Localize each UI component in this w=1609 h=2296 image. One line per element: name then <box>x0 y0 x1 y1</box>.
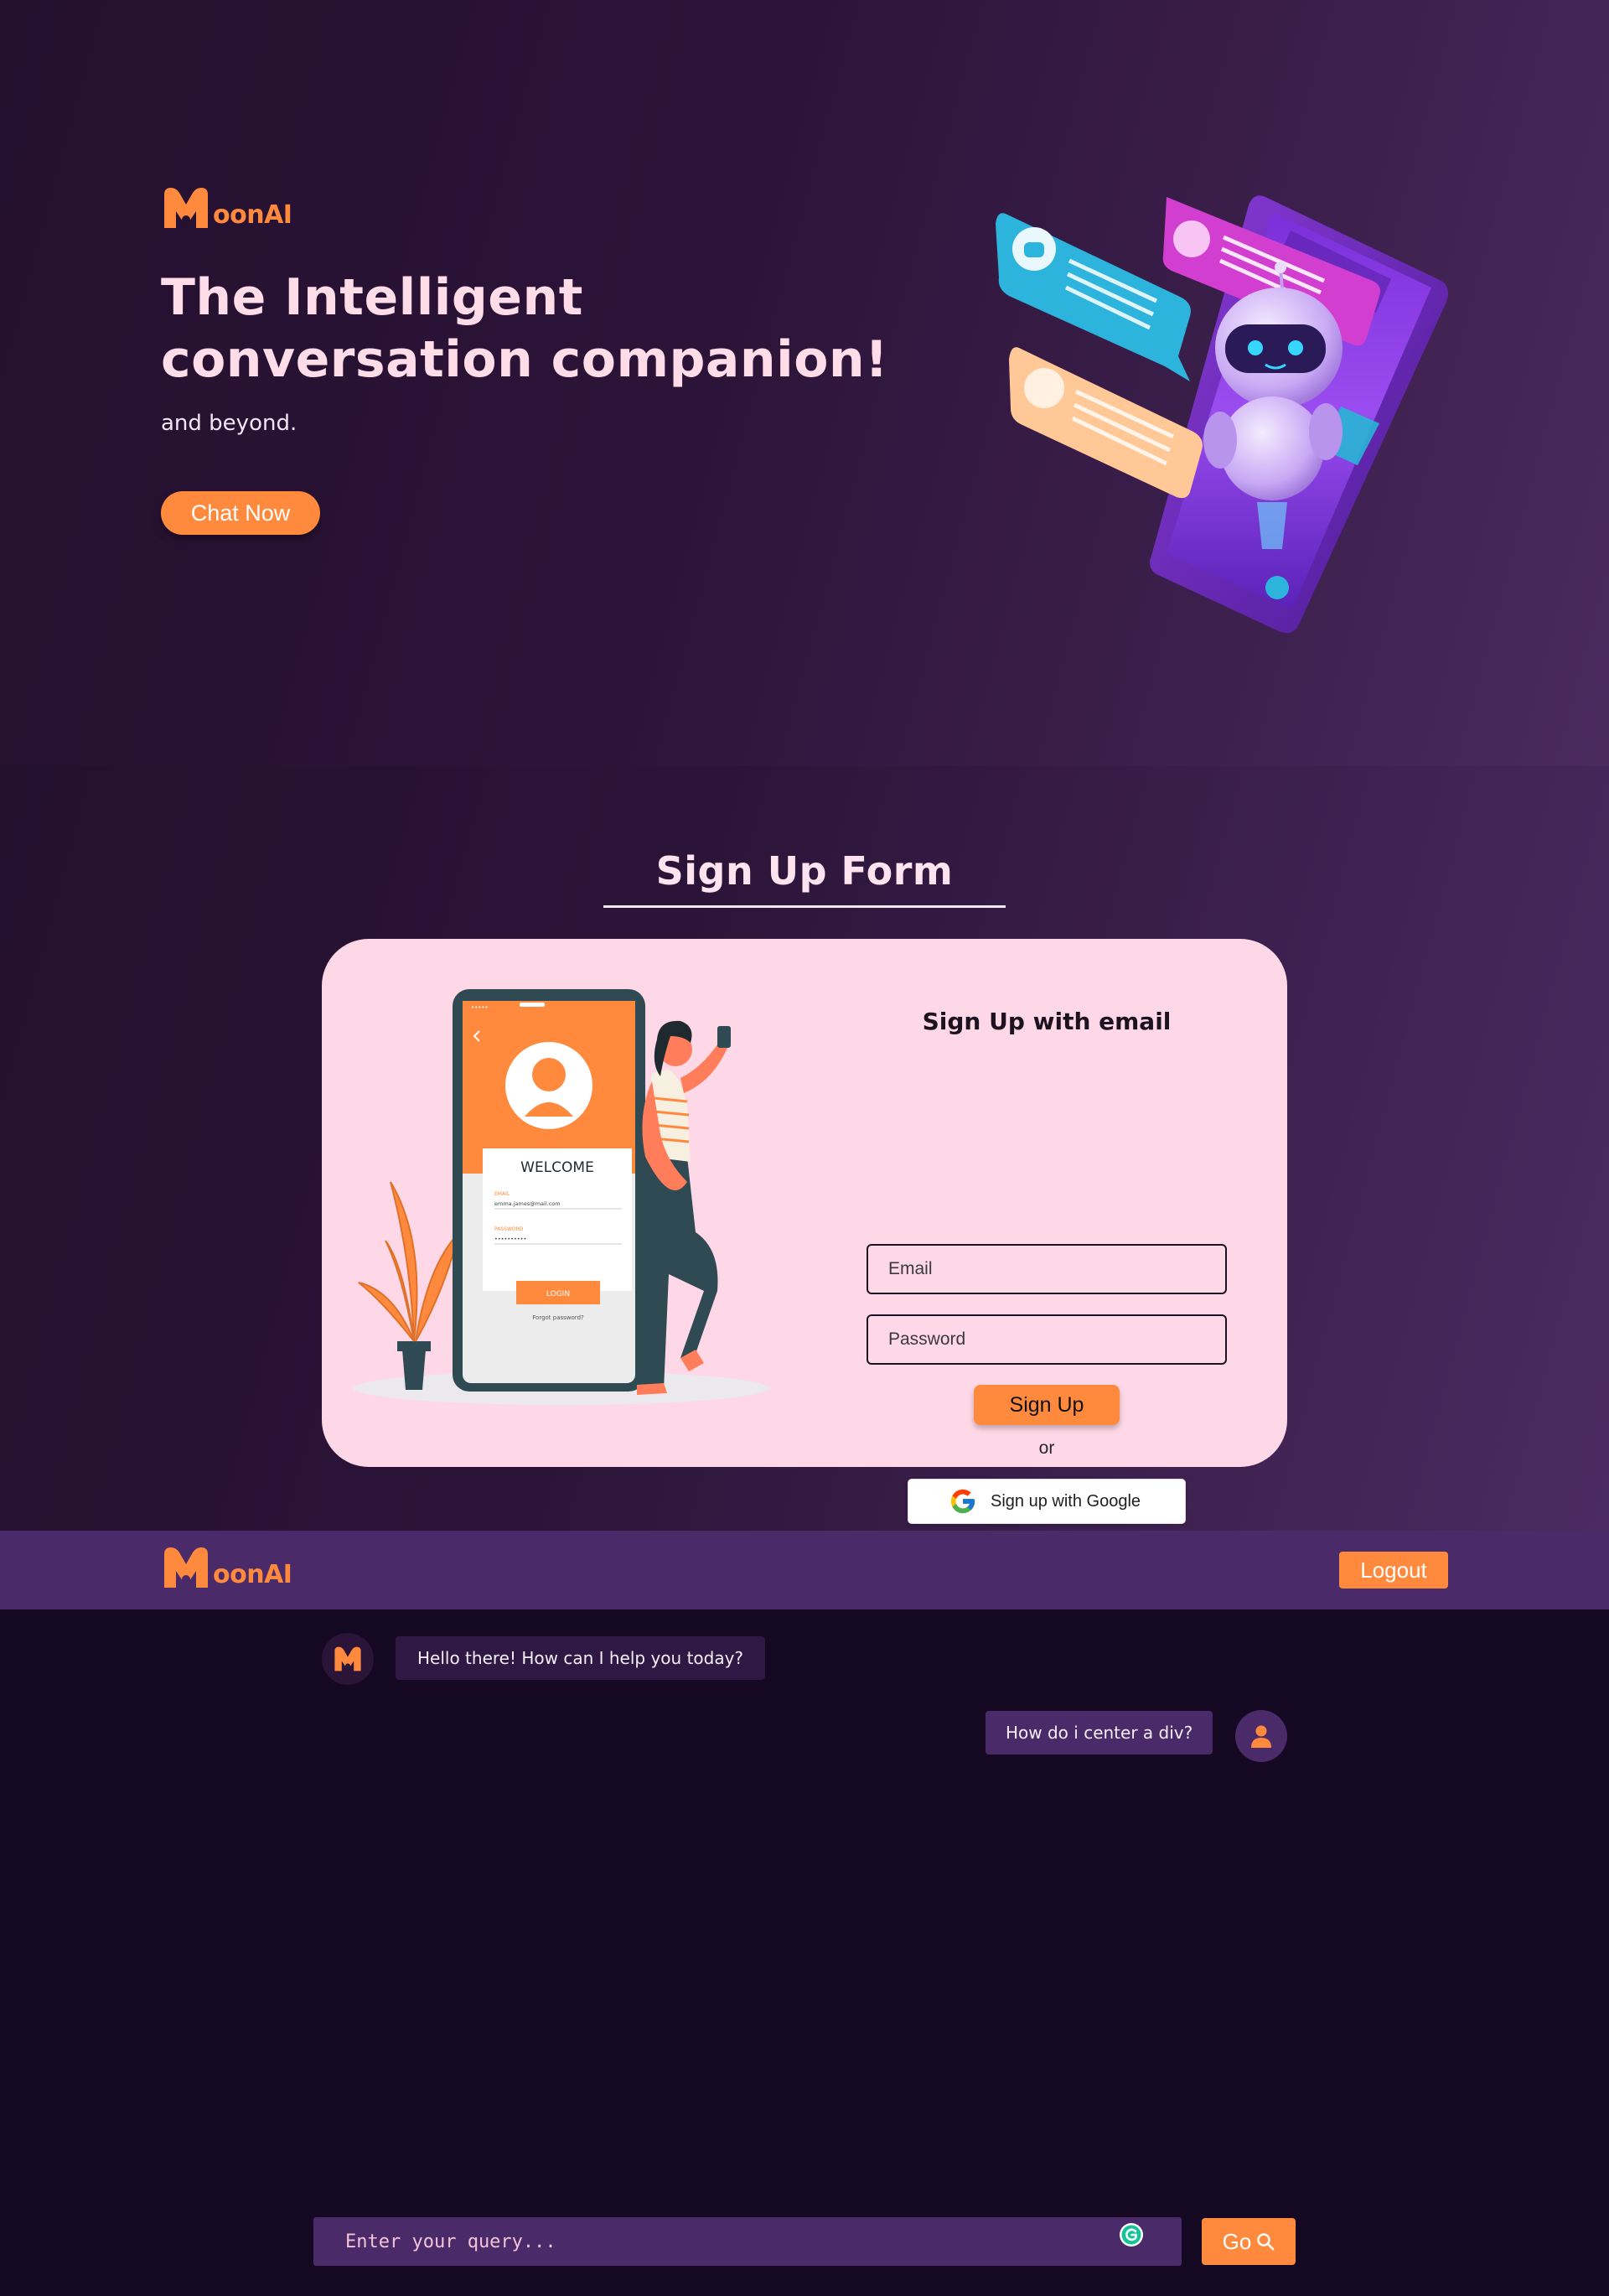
illustration-email-label: EMAIL <box>494 1191 510 1197</box>
title-underline <box>603 905 1006 908</box>
query-input[interactable] <box>313 2217 1182 2266</box>
user-avatar <box>1235 1710 1287 1762</box>
hero-title: The Intelligent conversation companion! <box>161 267 915 391</box>
moon-m-logo-icon <box>334 1646 361 1671</box>
header-brand-logo[interactable]: oonAI <box>161 1546 292 1589</box>
logo-wordmark: oonAI <box>213 1560 292 1589</box>
illustration-forgot: Forgot password? <box>532 1314 584 1321</box>
svg-text:•••••: ••••• <box>471 1004 489 1011</box>
go-label: Go <box>1222 2228 1252 2254</box>
chat-now-button[interactable]: Chat Now <box>161 491 320 535</box>
moon-m-logo-icon <box>164 188 208 228</box>
grammarly-icon[interactable] <box>1119 2222 1144 2247</box>
email-input[interactable] <box>867 1244 1227 1294</box>
logout-button[interactable]: Logout <box>1339 1552 1448 1589</box>
brand-logo[interactable]: oonAI <box>161 186 292 230</box>
or-divider-text: or <box>1038 1438 1055 1458</box>
google-g-icon <box>950 1489 975 1514</box>
illustration-password-value: •••••••••• <box>494 1236 526 1242</box>
search-icon <box>1257 2233 1275 2251</box>
robot-phone-illustration <box>996 195 1448 634</box>
logo-wordmark: oonAI <box>213 200 292 230</box>
google-signup-label: Sign up with Google <box>991 1491 1141 1511</box>
user-message: How do i center a div? <box>986 1711 1213 1754</box>
moon-m-logo-icon <box>164 1547 208 1588</box>
hero-subtitle: and beyond. <box>161 411 297 436</box>
user-icon <box>1251 1725 1271 1748</box>
hero-title-line2: conversation companion! <box>161 330 888 389</box>
password-input[interactable] <box>867 1314 1227 1365</box>
bot-avatar <box>322 1633 374 1685</box>
signup-card: ••••• WELCOME EMAIL emma.james@mail.com … <box>322 939 1287 1524</box>
bot-message: Hello there! How can I help you today? <box>396 1636 766 1680</box>
google-signup-button[interactable]: Sign up with Google <box>908 1479 1186 1524</box>
illustration-email-value: emma.james@mail.com <box>494 1200 561 1207</box>
signup-section-title: Sign Up Form <box>655 848 954 894</box>
signup-illustration: ••••• WELCOME EMAIL emma.james@mail.com … <box>354 989 769 1405</box>
signup-section: Sign Up Form ••••• WELCOME EMAIL emma.ja… <box>0 766 1609 1531</box>
signup-button[interactable]: Sign Up <box>974 1385 1120 1425</box>
chat-area <box>0 1609 1609 2296</box>
illustration-welcome: WELCOME <box>520 1159 594 1176</box>
hero-section: oonAI The Intelligent conversation compa… <box>0 0 1609 766</box>
illustration-password-label: PASSWORD <box>494 1226 524 1232</box>
illustration-login: LOGIN <box>546 1290 570 1298</box>
chat-header: oonAI Logout <box>0 1531 1609 1609</box>
signup-form-title: Sign Up with email <box>922 1008 1172 1035</box>
go-button[interactable]: Go <box>1202 2218 1296 2265</box>
hero-title-line1: The Intelligent <box>161 268 583 327</box>
